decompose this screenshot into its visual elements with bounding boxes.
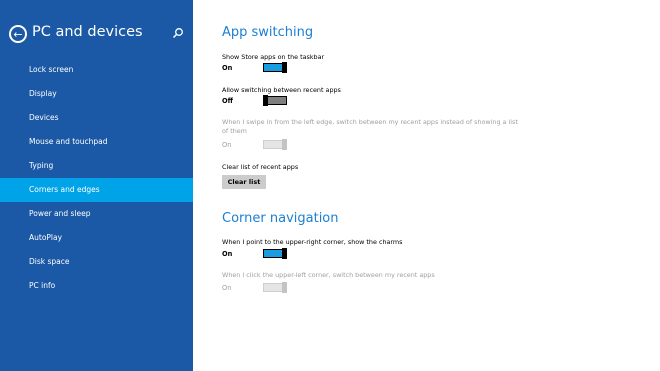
sidebar-item-disk-space[interactable]: Disk space bbox=[0, 250, 193, 274]
sidebar: ← PC and devices Lock screen Display Dev… bbox=[0, 0, 193, 371]
show-store-apps-state: On bbox=[222, 64, 233, 72]
swipe-in-label: When I swipe in from the left edge, swit… bbox=[222, 118, 518, 135]
sidebar-item-typing[interactable]: Typing bbox=[0, 154, 193, 178]
upper-right-corner-toggle[interactable] bbox=[263, 248, 287, 259]
main-content: App switching Show Store apps on the tas… bbox=[222, 0, 660, 371]
sidebar-item-display[interactable]: Display bbox=[0, 82, 193, 106]
allow-switching-label: Allow switching between recent apps bbox=[222, 86, 341, 94]
corner-navigation-heading: Corner navigation bbox=[222, 211, 339, 226]
toggle-thumb bbox=[282, 139, 287, 150]
app-switching-heading: App switching bbox=[222, 25, 314, 40]
show-store-apps-label: Show Store apps on the taskbar bbox=[222, 53, 325, 61]
upper-left-corner-label: When I click the upper-left corner, swit… bbox=[222, 271, 435, 279]
swipe-in-toggle[interactable] bbox=[263, 139, 287, 150]
allow-switching-toggle[interactable] bbox=[263, 95, 287, 106]
sidebar-item-devices[interactable]: Devices bbox=[0, 106, 193, 130]
sidebar-item-mouse-and-touchpad[interactable]: Mouse and touchpad bbox=[0, 130, 193, 154]
back-button[interactable]: ← bbox=[9, 25, 27, 43]
toggle-thumb bbox=[263, 95, 268, 106]
page-title: PC and devices bbox=[32, 24, 143, 40]
clear-list-label: Clear list of recent apps bbox=[222, 163, 299, 171]
upper-right-corner-label: When I point to the upper-right corner, … bbox=[222, 238, 403, 246]
upper-left-corner-state: On bbox=[222, 284, 232, 292]
toggle-thumb bbox=[282, 62, 287, 73]
allow-switching-state: Off bbox=[222, 97, 233, 105]
clear-list-button[interactable]: Clear list bbox=[222, 175, 266, 189]
sidebar-item-corners-and-edges[interactable]: Corners and edges bbox=[0, 178, 193, 202]
sidebar-item-power-and-sleep[interactable]: Power and sleep bbox=[0, 202, 193, 226]
swipe-in-state: On bbox=[222, 141, 232, 149]
sidebar-item-lock-screen[interactable]: Lock screen bbox=[0, 58, 193, 82]
sidebar-header: ← PC and devices bbox=[9, 24, 185, 46]
upper-left-corner-toggle[interactable] bbox=[263, 282, 287, 293]
search-icon[interactable] bbox=[172, 27, 184, 39]
sidebar-item-pc-info[interactable]: PC info bbox=[0, 274, 193, 298]
back-arrow-icon: ← bbox=[13, 27, 23, 41]
show-store-apps-toggle[interactable] bbox=[263, 62, 287, 73]
toggle-thumb bbox=[282, 282, 287, 293]
sidebar-nav: Lock screen Display Devices Mouse and to… bbox=[0, 58, 193, 298]
toggle-thumb bbox=[282, 248, 287, 259]
upper-right-corner-state: On bbox=[222, 250, 233, 258]
sidebar-item-autoplay[interactable]: AutoPlay bbox=[0, 226, 193, 250]
